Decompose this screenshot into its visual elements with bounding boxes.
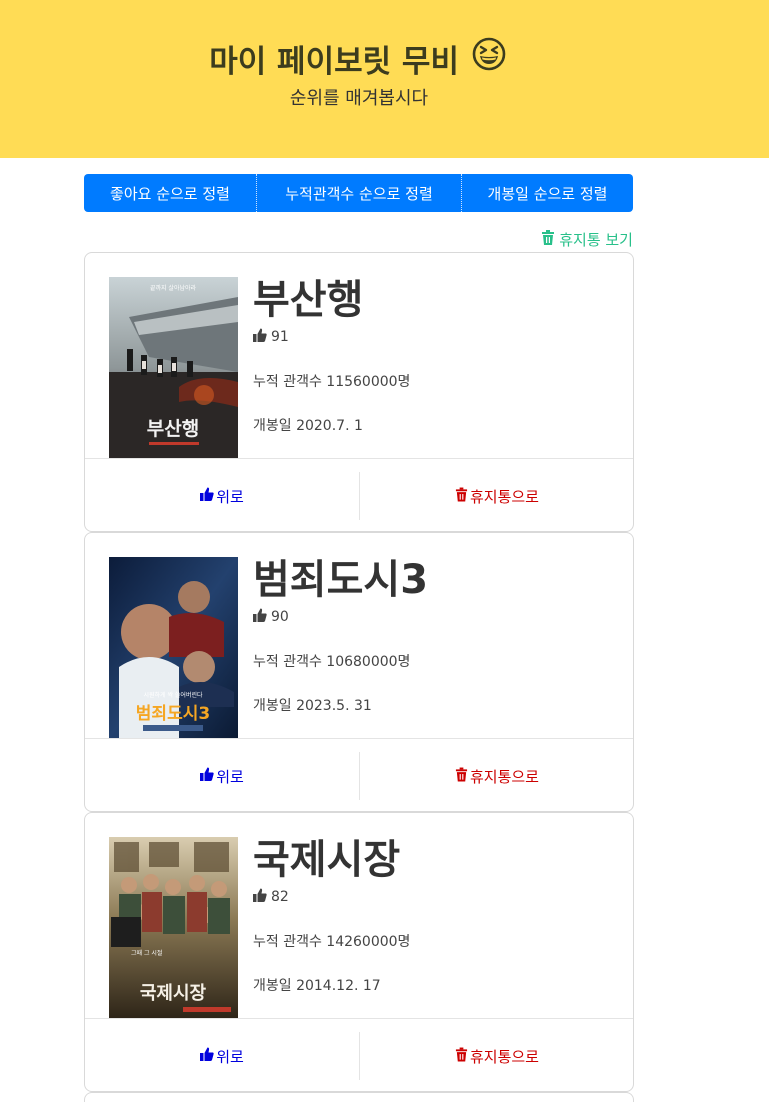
- move-up-label: 위로: [216, 487, 244, 506]
- movie-poster: 끝까지 살아남아라 부산행: [109, 277, 238, 458]
- thumbs-up-icon: [200, 1047, 214, 1065]
- thumbs-up-icon: [253, 888, 267, 906]
- likes-count: 91: [253, 328, 289, 346]
- poster-title: 부산행: [147, 418, 199, 440]
- audience-count: 누적 관객수 11560000명: [253, 374, 411, 390]
- page-title: 마이 페이보릿 무비: [0, 37, 715, 87]
- poster-title: 범죄도시3: [136, 704, 210, 724]
- movie-title: 부산행: [253, 277, 364, 323]
- view-trash-label: 휴지통 보기: [559, 231, 633, 249]
- card-footer: 위로 휴지통으로: [85, 458, 633, 531]
- likes-value: 82: [271, 889, 289, 905]
- movie-card: 시원하게 싹 쓸어버린다 범죄도시3 범죄도시3 90 누적 관객수 10680…: [84, 532, 634, 812]
- likes-count: 82: [253, 888, 289, 906]
- release-date: 개봉일 2014.12. 17: [253, 978, 381, 994]
- move-up-button[interactable]: 위로: [85, 1019, 359, 1091]
- trash-icon: [455, 487, 468, 506]
- move-to-trash-label: 휴지통으로: [469, 767, 539, 786]
- poster-tagline: 시원하게 싹 쓸어버린다: [143, 691, 202, 699]
- sort-by-release-button[interactable]: 개봉일 순으로 정렬: [461, 174, 633, 212]
- thumbs-up-icon: [253, 608, 267, 626]
- move-to-trash-button[interactable]: 휴지통으로: [360, 739, 633, 811]
- release-date: 개봉일 2020.7. 1: [253, 418, 363, 434]
- movie-card: 끝까지 살아남아라 부산행 부산행 91 누적 관객수 11560000명 개봉…: [84, 252, 634, 532]
- sort-button-group: 좋아요 순으로 정렬 누적관객수 순으로 정렬 개봉일 순으로 정렬: [84, 174, 633, 212]
- audience-count: 누적 관객수 10680000명: [253, 654, 411, 670]
- move-up-label: 위로: [216, 767, 244, 786]
- thumbs-up-icon: [253, 328, 267, 346]
- move-to-trash-button[interactable]: 휴지통으로: [360, 1019, 633, 1091]
- view-trash-link[interactable]: 휴지통 보기: [541, 229, 633, 250]
- thumbs-up-icon: [200, 767, 214, 785]
- card-footer: 위로 휴지통으로: [85, 1018, 633, 1091]
- move-up-button[interactable]: 위로: [85, 459, 359, 531]
- movie-card: 그때 그 시절 국제시장 국제시장 82 누적 관객수 14260000명 개봉…: [84, 812, 634, 1092]
- move-to-trash-label: 휴지통으로: [469, 1047, 539, 1066]
- poster-tagline: 끝까지 살아남아라: [150, 284, 197, 292]
- poster-tagline: 그때 그 시절: [131, 949, 162, 957]
- trash-icon: [455, 1047, 468, 1066]
- movie-poster: 시원하게 싹 쓸어버린다 범죄도시3: [109, 557, 238, 738]
- grinning-squinting-face-icon: [472, 37, 506, 83]
- likes-count: 90: [253, 608, 289, 626]
- move-up-label: 위로: [216, 1047, 244, 1066]
- move-to-trash-label: 휴지통으로: [469, 487, 539, 506]
- release-date: 개봉일 2023.5. 31: [253, 698, 372, 714]
- trash-icon: [541, 230, 555, 249]
- poster-title: 국제시장: [140, 983, 207, 1004]
- card-footer: 위로 휴지통으로: [85, 738, 633, 811]
- movie-poster: 그때 그 시절 국제시장: [109, 837, 238, 1018]
- likes-value: 91: [271, 329, 289, 345]
- audience-count: 누적 관객수 14260000명: [253, 934, 411, 950]
- sort-by-audience-button[interactable]: 누적관객수 순으로 정렬: [256, 174, 461, 212]
- thumbs-up-icon: [200, 487, 214, 505]
- hero-banner: 마이 페이보릿 무비 순위를 매겨봅시다: [0, 0, 769, 158]
- movie-title: 국제시장: [253, 837, 401, 883]
- movie-card-partial: [84, 1092, 634, 1102]
- movie-title: 범죄도시3: [253, 557, 429, 603]
- sort-by-likes-button[interactable]: 좋아요 순으로 정렬: [84, 174, 256, 212]
- likes-value: 90: [271, 609, 289, 625]
- page-title-text: 마이 페이보릿 무비: [209, 44, 459, 80]
- move-up-button[interactable]: 위로: [85, 739, 359, 811]
- page-subtitle: 순위를 매겨봅시다: [289, 88, 429, 109]
- move-to-trash-button[interactable]: 휴지통으로: [360, 459, 633, 531]
- trash-icon: [455, 767, 468, 786]
